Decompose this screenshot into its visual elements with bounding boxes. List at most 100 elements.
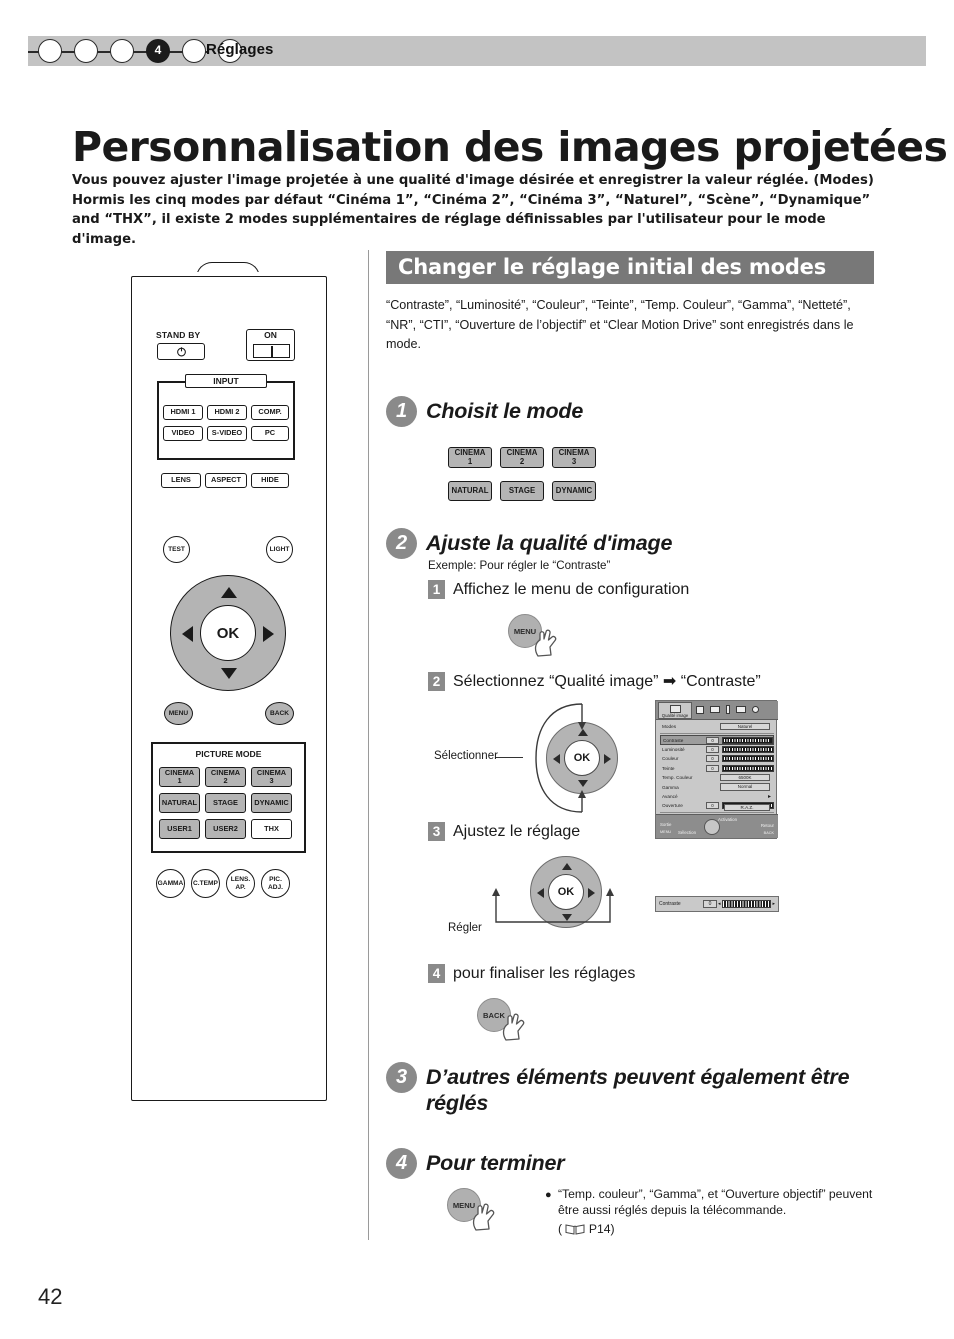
page-intro: Vous pouvez ajuster l'image projetée à u… (72, 173, 874, 247)
input-group-label: INPUT (185, 374, 267, 388)
gamma-button[interactable]: GAMMA (156, 869, 185, 898)
select-leader-line (495, 757, 523, 759)
step1-mode-dynamic[interactable]: DYNAMIC (552, 481, 596, 501)
osd-row-gamma[interactable]: Gamma Normal (660, 782, 774, 791)
lens-button[interactable]: LENS (161, 473, 201, 488)
osd-tabbar: Qualité image (656, 701, 778, 720)
ctemp-button[interactable]: C.TEMP (191, 869, 220, 898)
osd-row-label: Avancé (662, 793, 678, 799)
substep-2-number: 2 (428, 672, 445, 691)
chevron-right-icon: ▸ (768, 793, 772, 800)
menu-button[interactable]: MENU (164, 702, 193, 725)
step-4-note: “Temp. couleur”, “Gamma”, et “Ouverture … (558, 1187, 873, 1217)
input-button-svideo[interactable]: S-VIDEO (207, 426, 247, 441)
osd-return-key: BACK (763, 831, 774, 835)
chapter-dot-2: 2 (74, 39, 98, 63)
osd-tab-label: Qualité image (661, 712, 689, 718)
power-on-button[interactable]: ON (246, 329, 295, 361)
dpad-right-icon[interactable] (263, 626, 274, 642)
osd-tab-picture-quality[interactable]: Qualité image (658, 702, 692, 719)
ok-button[interactable]: OK (200, 605, 256, 661)
reference-close-paren: ) (610, 1222, 615, 1236)
step-2-example: Exemple: Pour régler le “Contraste” (428, 559, 611, 572)
step1-mode-cinema3[interactable]: CINEMA 3 (552, 447, 596, 468)
input-button-video[interactable]: VIDEO (163, 426, 203, 441)
sliders-icon[interactable] (696, 705, 704, 714)
dpad-left-icon[interactable] (182, 626, 193, 642)
screen-icon[interactable] (710, 706, 720, 713)
hand-pointer-icon (472, 1203, 495, 1231)
hide-button[interactable]: HIDE (251, 473, 289, 488)
osd-row-modes[interactable]: Modes Naturel (660, 722, 774, 731)
pm-sub: 2 (223, 776, 228, 785)
light-button[interactable]: LIGHT (266, 536, 293, 563)
osd-row-value[interactable]: 6500K (720, 773, 770, 782)
picture-adjust-button[interactable]: PIC. ADJ. (261, 869, 290, 898)
chevron-left-icon: ◂ (718, 901, 721, 907)
step-4-number: 4 (386, 1148, 417, 1179)
step1-mode-cinema1[interactable]: CINEMA 1 (448, 447, 492, 468)
osd-row-contraste[interactable]: Contraste 0 (660, 735, 774, 745)
osd-row-slider[interactable] (722, 764, 774, 772)
picture-mode-cinema3[interactable]: CINEMA 3 (251, 767, 292, 787)
lens-aperture-button[interactable]: LENS. AP. (226, 869, 255, 898)
picture-mode-user2[interactable]: USER2 (205, 819, 246, 839)
step1-mode-stage[interactable]: STAGE (500, 481, 544, 501)
osd-row-teinte[interactable]: Teinte 0 (660, 764, 774, 773)
picture-mode-label: PICTURE MODE (195, 749, 262, 759)
osd-row-slider[interactable] (721, 736, 773, 744)
nav-right-icon[interactable] (604, 754, 611, 764)
step-3-title: D’autres éléments peuvent également être… (426, 1065, 850, 1115)
dpad-up-icon[interactable] (221, 587, 237, 598)
callout-adjust: Régler (448, 922, 482, 934)
substep-1: 1 Affichez le menu de configuration (428, 580, 689, 599)
step1-mode-natural[interactable]: NATURAL (448, 481, 492, 501)
contrast-chip-label: Contraste (659, 901, 681, 907)
power-icon[interactable] (752, 706, 759, 713)
osd-reset-button[interactable]: R.A.Z. (724, 803, 770, 811)
dpad-down-icon[interactable] (221, 668, 237, 679)
back-button[interactable]: BACK (265, 702, 294, 725)
osd-row-value[interactable]: Normal (720, 783, 770, 791)
osd-row-value[interactable]: Naturel (720, 723, 770, 731)
input-button-hdmi2[interactable]: HDMI 2 (207, 405, 247, 420)
contrast-chip[interactable]: Contraste 0 ◂ ▸ (655, 896, 779, 912)
osd-select-label: Sélection (678, 830, 697, 835)
input-button-hdmi1[interactable]: HDMI 1 (163, 405, 203, 420)
picture-mode-cinema1[interactable]: CINEMA 1 (159, 767, 200, 787)
substep-4-text: pour finaliser les réglages (453, 965, 636, 982)
rb-l1: LENS. (230, 876, 251, 884)
osd-row-luminosite[interactable]: Luminosité 0 (660, 745, 774, 754)
picture-mode-cinema2[interactable]: CINEMA 2 (205, 767, 246, 787)
input-button-pc[interactable]: PC (251, 426, 289, 441)
aspect-button[interactable]: ASPECT (205, 473, 247, 488)
osd-exit-label: Sortie (660, 822, 672, 827)
pm-sub: 3 (269, 776, 274, 785)
input-button-comp[interactable]: COMP. (251, 405, 289, 420)
test-button[interactable]: TEST (163, 536, 190, 563)
step-1-title: Choisit le mode (426, 399, 584, 423)
contrast-chip-slider[interactable] (721, 900, 772, 908)
input-group-box (157, 381, 295, 460)
osd-row-avance[interactable]: Avancé ▸ (660, 792, 774, 801)
m-l2: 3 (571, 456, 577, 466)
osd-footer: Sortie MENU Sélection Activation Retour … (656, 814, 778, 838)
osd-row-slider[interactable] (722, 745, 774, 753)
pm-sub: 1 (177, 776, 182, 785)
network-icon[interactable] (736, 706, 746, 713)
picture-mode-user1[interactable]: USER1 (159, 819, 200, 839)
chapter-dot-5: 5 (182, 39, 206, 63)
picture-mode-dynamic[interactable]: DYNAMIC (251, 793, 292, 813)
nav-up-icon[interactable] (562, 863, 572, 870)
picture-mode-natural[interactable]: NATURAL (159, 793, 200, 813)
osd-row-slider[interactable] (722, 755, 774, 763)
osd-row-label: Ouverture (662, 803, 683, 809)
chapter-bar: 1 2 3 4 5 6 Réglages (28, 36, 926, 66)
osd-row-temp-couleur[interactable]: Temp. Couleur 6500K (660, 773, 774, 782)
step1-mode-cinema2[interactable]: CINEMA 2 (500, 447, 544, 468)
info-icon[interactable] (726, 705, 730, 714)
osd-row-couleur[interactable]: Couleur 0 (660, 754, 774, 763)
picture-mode-thx[interactable]: THX (251, 819, 292, 839)
picture-mode-stage[interactable]: STAGE (205, 793, 246, 813)
standby-button[interactable] (157, 343, 205, 360)
